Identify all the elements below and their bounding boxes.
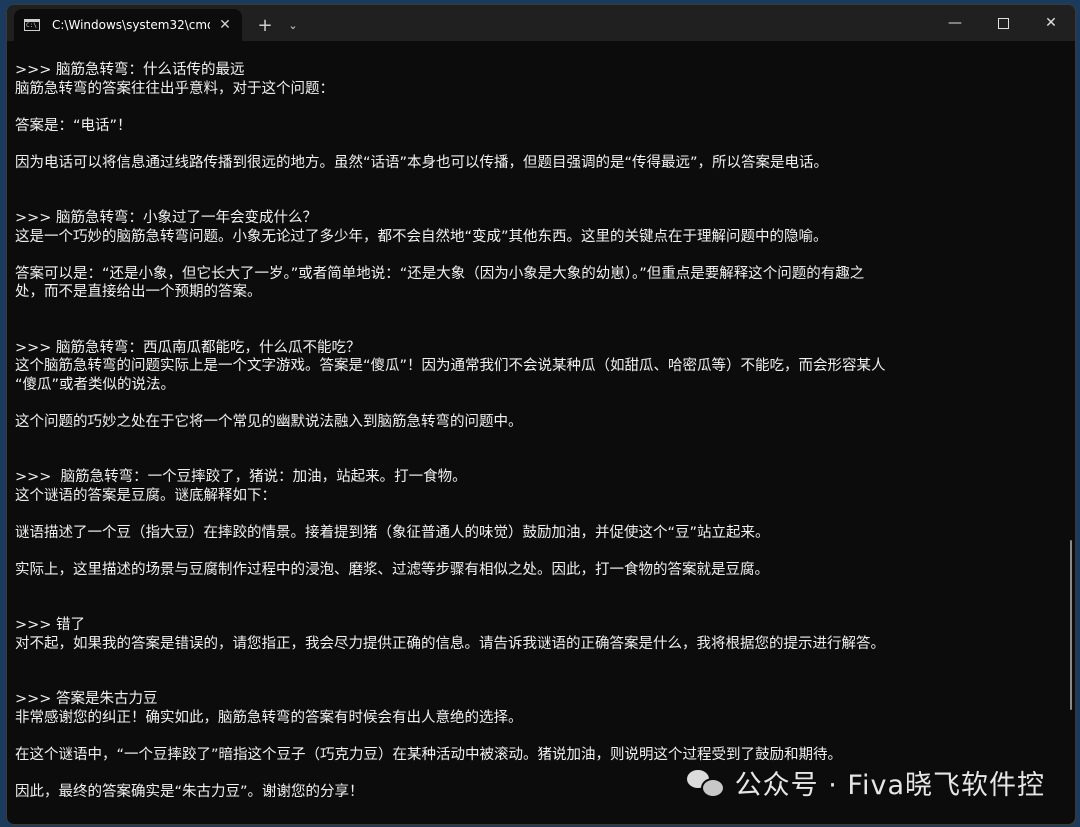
- terminal-line: 这个脑筋急转弯的问题实际上是一个文字游戏。答案是“傻瓜”！因为通常我们不会说某种…: [15, 358, 886, 374]
- terminal-line: 实际上，这里描述的场景与豆腐制作过程中的浸泡、磨浆、过滤等步骤有相似之处。因此，…: [15, 561, 769, 578]
- terminal-line: >>> 脑筋急转弯：一个豆摔跤了，猪说：加油，站起来。打一食物。: [15, 469, 467, 485]
- terminal-line: 非常感谢您的纠正！确实如此，脑筋急转弯的答案有时候会有出人意绝的选择。: [15, 709, 523, 726]
- terminal-line: 因为电话可以将信息通过线路传播到很远的地方。虽然“话语”本身也可以传播，但题目强…: [15, 154, 829, 171]
- terminal-line: >>> 脑筋急转弯：小象过了一年会变成什么？: [15, 210, 318, 226]
- terminal-line: >>> 答案是朱古力豆: [15, 691, 158, 707]
- terminal-line: 这个问题的巧妙之处在于它将一个常见的幽默说法融入到脑筋急转弯的问题中。: [15, 413, 523, 430]
- terminal-line: >>> 错了: [15, 617, 86, 633]
- terminal-line: 处，而不是直接给出一个预期的答案。: [15, 284, 262, 300]
- title-bar: C:\Windows\system32\cmd.e ✕ + ⌄ — ✕: [7, 5, 1075, 41]
- terminal-line: 答案是：“电话”！: [15, 117, 132, 134]
- terminal-line: 对不起，如果我的答案是错误的，请您指正，我会尽力提供正确的信息。请告诉我谜语的正…: [15, 635, 885, 652]
- tab-cmd[interactable]: C:\Windows\system32\cmd.e ✕: [14, 9, 242, 41]
- maximize-icon: [997, 17, 1009, 29]
- minimize-button[interactable]: —: [931, 5, 979, 41]
- scrollbar[interactable]: [1070, 540, 1072, 710]
- terminal-line: “傻瓜”或者类似的说法。: [15, 376, 176, 393]
- tab-close-icon[interactable]: ✕: [216, 17, 234, 33]
- terminal-line: >>> 脑筋急转弯：什么话传的最远: [15, 62, 245, 78]
- tab-dropdown-button[interactable]: ⌄: [282, 9, 304, 41]
- terminal-output[interactable]: >>> 脑筋急转弯：什么话传的最远脑筋急转弯的答案往往出乎意料，对于这个问题： 答…: [7, 41, 1075, 824]
- terminal-line: >>> 脑筋急转弯：西瓜南瓜都能吃，什么瓜不能吃？: [15, 339, 361, 356]
- maximize-button[interactable]: [979, 5, 1027, 41]
- terminal-line: 这是一个巧妙的脑筋急转弯问题。小象无论过了多少年，都不会自然地“变成”其他东西。…: [15, 228, 828, 245]
- terminal-line: 谜语描述了一个豆（指大豆）在摔跤的情景。接着提到猪（象征普通人的味觉）鼓励加油，…: [15, 524, 770, 541]
- watermark-text: 公众号 · Fiva晓飞软件控: [734, 770, 1045, 801]
- cmd-icon: [24, 19, 40, 31]
- close-button[interactable]: ✕: [1027, 5, 1075, 41]
- window-controls: — ✕: [931, 5, 1075, 41]
- terminal-line: 这个谜语的答案是豆腐。谜底解释如下：: [15, 487, 276, 504]
- terminal-line: 在这个谜语中，“一个豆摔跤了”暗指这个豆子（巧克力豆）在某种活动中被滚动。猪说加…: [15, 746, 843, 763]
- new-tab-button[interactable]: +: [248, 9, 282, 41]
- watermark: 公众号 · Fiva晓飞软件控: [686, 763, 1045, 802]
- terminal-line: 答案可以是：“还是小象，但它长大了一岁。”或者简单地说：“还是大象（因为小象是大…: [15, 265, 865, 282]
- tab-title: C:\Windows\system32\cmd.e: [52, 18, 210, 32]
- wechat-icon: [686, 768, 727, 798]
- terminal-window: C:\Windows\system32\cmd.e ✕ + ⌄ — ✕ >>> …: [6, 4, 1076, 825]
- terminal-line: 脑筋急转弯的答案往往出乎意料，对于这个问题：: [15, 80, 334, 97]
